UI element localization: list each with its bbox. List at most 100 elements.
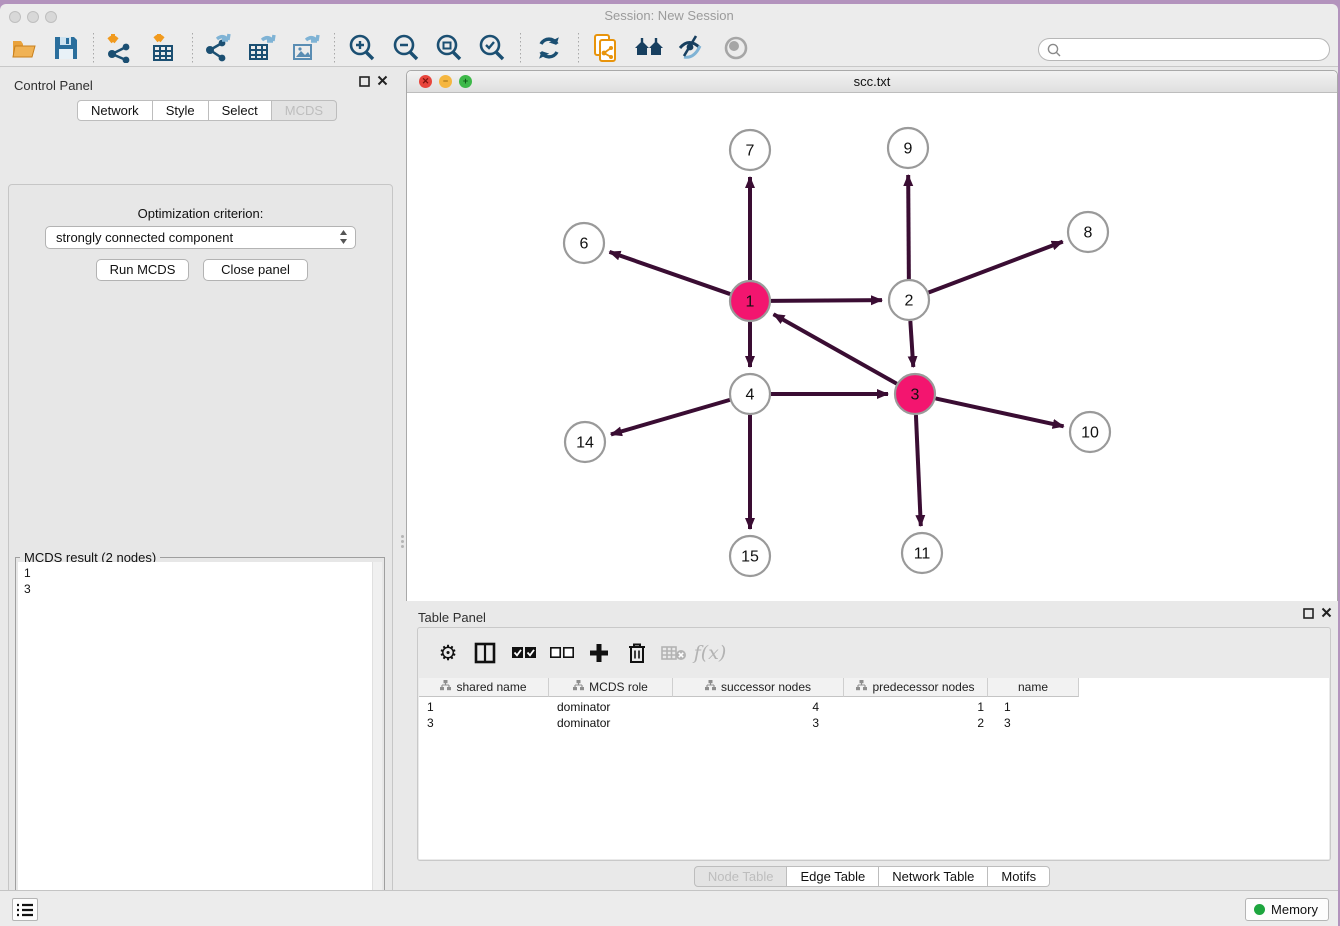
table-panel-title: Table Panel bbox=[418, 610, 486, 625]
graph-node-label: 14 bbox=[576, 435, 594, 452]
control-panel-tabs: NetworkStyleSelectMCDS bbox=[77, 100, 337, 121]
edge-2-3[interactable] bbox=[910, 321, 913, 367]
network-title: scc.txt bbox=[407, 74, 1337, 89]
apply-layout-icon[interactable] bbox=[533, 32, 565, 64]
table-toolbar: ⚙ f(x) bbox=[418, 632, 1330, 674]
float-panel-icon[interactable] bbox=[359, 76, 370, 90]
graph-node-label: 9 bbox=[904, 141, 913, 158]
select-updown-icon bbox=[339, 229, 348, 251]
optimization-criterion-label: Optimization criterion: bbox=[9, 206, 392, 221]
save-session-icon[interactable] bbox=[50, 32, 82, 64]
criterion-select[interactable]: strongly connected component bbox=[45, 226, 356, 249]
table-cell[interactable]: 2 bbox=[844, 715, 988, 731]
tab-network-table[interactable]: Network Table bbox=[879, 866, 988, 887]
network-canvas[interactable]: 1234678910111415 bbox=[407, 93, 1337, 601]
table-cell[interactable]: dominator bbox=[549, 699, 673, 715]
table-settings-gear-icon[interactable]: ⚙ bbox=[432, 637, 464, 669]
tab-node-table[interactable]: Node Table bbox=[694, 866, 788, 887]
export-table-icon[interactable] bbox=[246, 32, 278, 64]
mcds-result-list[interactable]: 1 3 bbox=[18, 562, 372, 926]
graph-node-label: 10 bbox=[1081, 425, 1099, 442]
edge-3-10[interactable] bbox=[936, 398, 1064, 426]
table-close-panel-icon[interactable] bbox=[1321, 607, 1332, 621]
tab-style[interactable]: Style bbox=[153, 100, 209, 121]
table-cell[interactable]: 3 bbox=[988, 715, 1079, 731]
export-network-icon[interactable] bbox=[202, 32, 234, 64]
export-image-icon[interactable] bbox=[290, 32, 322, 64]
edge-1-6[interactable] bbox=[609, 252, 730, 294]
column-type-icon bbox=[573, 680, 584, 694]
import-table-icon[interactable] bbox=[148, 32, 180, 64]
show-eye-disabled-icon bbox=[720, 32, 752, 64]
edge-2-8[interactable] bbox=[929, 242, 1063, 293]
zoom-selected-icon[interactable] bbox=[476, 32, 508, 64]
import-network-icon[interactable] bbox=[103, 32, 135, 64]
column-header-name[interactable]: name bbox=[988, 678, 1079, 697]
table-row[interactable]: 3dominator323 bbox=[419, 715, 1079, 731]
tab-motifs[interactable]: Motifs bbox=[988, 866, 1050, 887]
app-window: Session: New Session bbox=[0, 4, 1338, 926]
tab-edge-table[interactable]: Edge Table bbox=[787, 866, 879, 887]
column-header-successor-nodes[interactable]: successor nodes bbox=[673, 678, 844, 697]
control-panel-title: Control Panel bbox=[14, 78, 93, 93]
memory-label: Memory bbox=[1271, 902, 1318, 917]
table-row[interactable]: 1dominator411 bbox=[419, 699, 1079, 715]
table-cell[interactable]: dominator bbox=[549, 715, 673, 731]
add-column-icon[interactable] bbox=[583, 637, 615, 669]
column-header-MCDS-role[interactable]: MCDS role bbox=[549, 678, 673, 697]
graph-node-label: 1 bbox=[746, 294, 755, 311]
column-manager-icon[interactable] bbox=[469, 637, 501, 669]
tab-network[interactable]: Network bbox=[77, 100, 153, 121]
edge-2-9[interactable] bbox=[908, 175, 909, 279]
table-cell[interactable]: 1 bbox=[844, 699, 988, 715]
control-panel: Control Panel NetworkStyleSelectMCDS Opt… bbox=[0, 67, 401, 894]
tab-mcds[interactable]: MCDS bbox=[272, 100, 337, 121]
mcds-result-group: MCDS result (2 nodes) 1 3 bbox=[15, 557, 385, 926]
column-header-shared-name[interactable]: shared name bbox=[419, 678, 549, 697]
table-panel-header: Table Panel bbox=[406, 604, 1338, 628]
graph-node-label: 4 bbox=[746, 387, 755, 404]
table-panel-tabs: Node TableEdge TableNetwork TableMotifs bbox=[406, 866, 1338, 887]
graph-node-label: 11 bbox=[914, 546, 931, 563]
close-panel-icon[interactable] bbox=[377, 75, 388, 89]
edge-3-1[interactable] bbox=[774, 314, 897, 383]
edge-3-11[interactable] bbox=[916, 415, 921, 526]
delete-column-icon[interactable] bbox=[621, 637, 653, 669]
search-field[interactable] bbox=[1038, 38, 1330, 61]
table-float-panel-icon[interactable] bbox=[1303, 608, 1314, 622]
network-graph[interactable]: 1234678910111415 bbox=[407, 93, 1337, 601]
zoom-out-icon[interactable] bbox=[390, 32, 422, 64]
result-scrollbar[interactable] bbox=[372, 562, 382, 926]
search-input[interactable] bbox=[1067, 41, 1322, 58]
tab-select[interactable]: Select bbox=[209, 100, 272, 121]
graph-node-label: 3 bbox=[911, 387, 920, 404]
vertical-splitter-handle[interactable] bbox=[400, 533, 405, 549]
graph-node-label: 7 bbox=[746, 143, 755, 160]
show-all-houses-icon[interactable] bbox=[633, 32, 665, 64]
open-file-icon[interactable] bbox=[8, 32, 40, 64]
hide-selected-eye-icon[interactable] bbox=[676, 32, 708, 64]
delete-table-icon bbox=[658, 637, 690, 669]
zoom-in-icon[interactable] bbox=[346, 32, 378, 64]
status-bar: Memory bbox=[0, 890, 1338, 926]
run-mcds-button[interactable]: Run MCDS bbox=[96, 259, 189, 281]
deselect-all-icon[interactable] bbox=[546, 637, 578, 669]
criterion-value: strongly connected component bbox=[56, 230, 233, 245]
close-panel-button[interactable]: Close panel bbox=[203, 259, 308, 281]
zoom-fit-icon[interactable] bbox=[433, 32, 465, 64]
edge-1-2[interactable] bbox=[771, 300, 882, 301]
graph-node-label: 2 bbox=[905, 293, 914, 310]
copy-network-icon[interactable] bbox=[590, 32, 622, 64]
task-history-icon[interactable] bbox=[12, 898, 38, 921]
table-cell[interactable]: 4 bbox=[673, 699, 844, 715]
edge-4-14[interactable] bbox=[611, 400, 730, 435]
table-cell[interactable]: 1 bbox=[988, 699, 1079, 715]
table-cell[interactable]: 3 bbox=[419, 715, 549, 731]
table-cell[interactable]: 3 bbox=[673, 715, 844, 731]
column-header-predecessor-nodes[interactable]: predecessor nodes bbox=[844, 678, 988, 697]
table-cell[interactable]: 1 bbox=[419, 699, 549, 715]
function-builder-icon: f(x) bbox=[694, 637, 726, 669]
memory-button[interactable]: Memory bbox=[1245, 898, 1329, 921]
column-type-icon bbox=[705, 680, 716, 694]
select-all-icon[interactable] bbox=[508, 637, 540, 669]
